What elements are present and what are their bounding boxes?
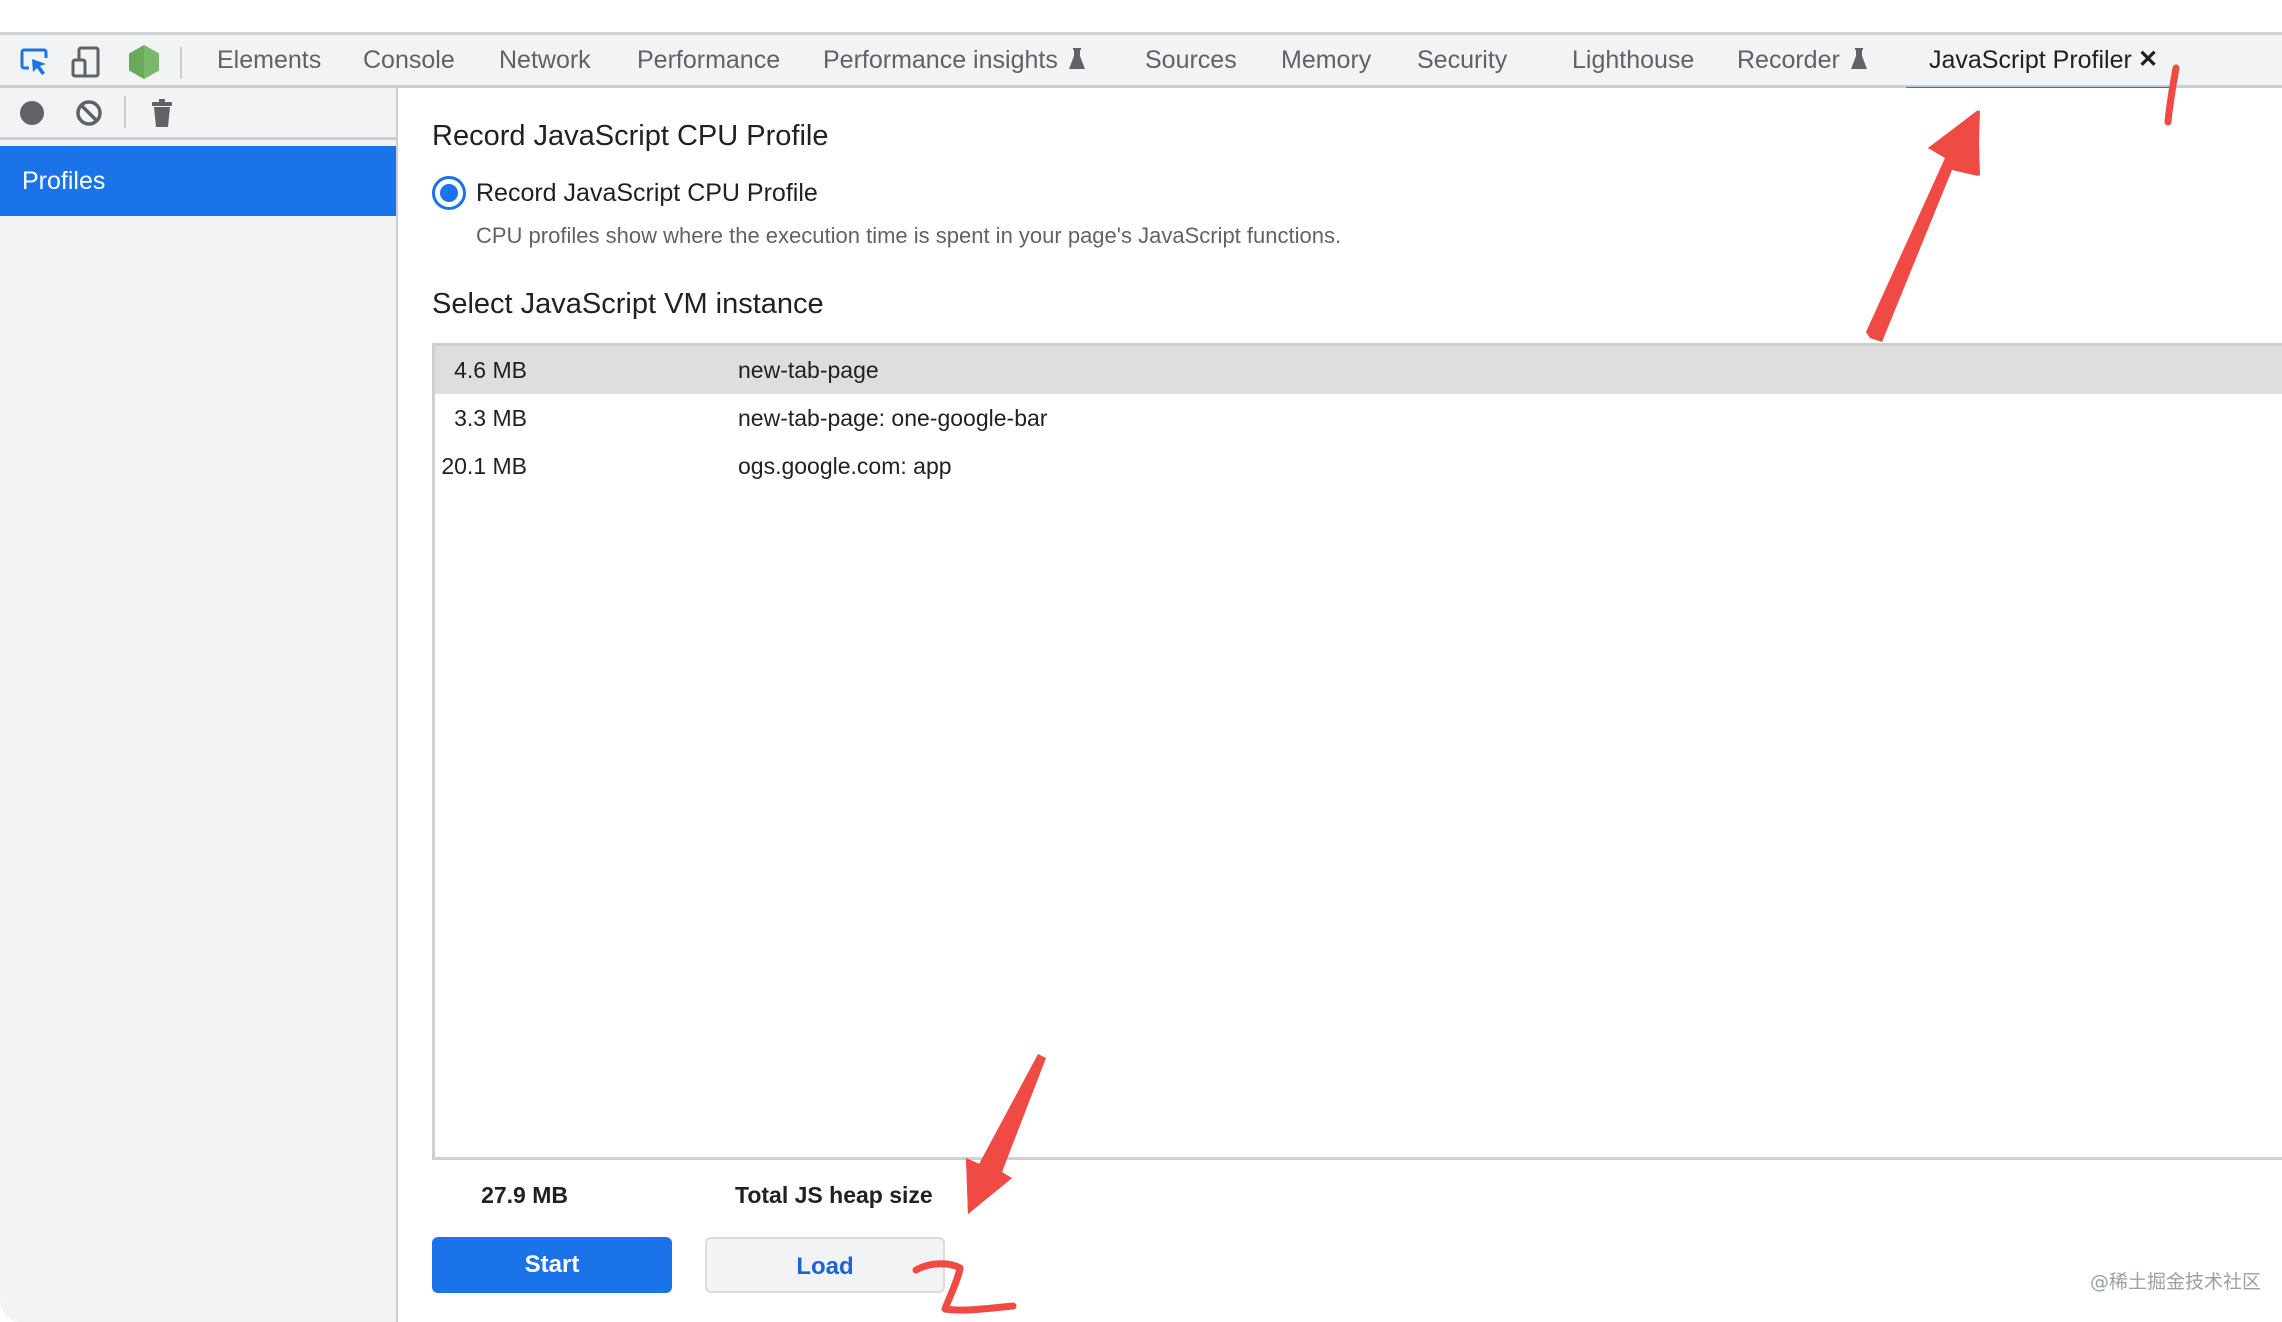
devtools-tabbar: Elements Console Network Performance Per… bbox=[0, 32, 2282, 90]
device-toolbar-icon[interactable] bbox=[70, 46, 102, 78]
tab-label: Memory bbox=[1281, 46, 1372, 74]
tab-performance[interactable]: Performance bbox=[637, 35, 780, 85]
section-title: Record JavaScript CPU Profile bbox=[432, 120, 829, 152]
window-top-strip bbox=[0, 0, 2282, 32]
tab-label: Console bbox=[363, 46, 455, 74]
inspect-element-icon[interactable] bbox=[18, 46, 50, 78]
experimental-flask-icon bbox=[1068, 37, 1086, 69]
vm-instance-row[interactable]: 4.6 MB new-tab-page bbox=[435, 346, 2282, 394]
start-button[interactable]: Start bbox=[432, 1237, 672, 1293]
tab-performance-insights[interactable]: Performance insights bbox=[823, 35, 1086, 85]
tab-label: Elements bbox=[217, 46, 322, 74]
tab-label: Performance insights bbox=[823, 46, 1058, 74]
load-button[interactable]: Load bbox=[705, 1237, 945, 1293]
node-js-icon[interactable] bbox=[127, 44, 161, 80]
profile-type-radio[interactable] bbox=[432, 176, 466, 210]
tab-recorder[interactable]: Recorder bbox=[1737, 35, 1868, 85]
tab-label: Network bbox=[499, 46, 591, 74]
vm-instance-row[interactable]: 3.3 MB new-tab-page: one-google-bar bbox=[435, 394, 2282, 442]
profiler-main-panel: Record JavaScript CPU Profile Record Jav… bbox=[400, 88, 2282, 1322]
vm-instance-name: ogs.google.com: app bbox=[738, 453, 952, 479]
vm-instance-name: new-tab-page bbox=[738, 357, 879, 383]
record-icon[interactable] bbox=[17, 98, 47, 128]
toolbar-divider bbox=[124, 96, 126, 128]
sidebar-toolbar bbox=[0, 88, 396, 140]
tab-label: Lighthouse bbox=[1572, 46, 1695, 74]
sidebar-item-label: Profiles bbox=[22, 167, 106, 195]
total-heap-size-label: Total JS heap size bbox=[735, 1182, 933, 1208]
vm-section-title: Select JavaScript VM instance bbox=[432, 288, 824, 320]
experimental-flask-icon bbox=[1850, 37, 1868, 69]
tab-sources[interactable]: Sources bbox=[1145, 35, 1237, 85]
profile-type-label[interactable]: Record JavaScript CPU Profile bbox=[476, 179, 818, 208]
tab-lighthouse[interactable]: Lighthouse bbox=[1572, 35, 1694, 85]
profile-type-description: CPU profiles show where the execution ti… bbox=[476, 223, 1342, 248]
sidebar-item-profiles[interactable]: Profiles bbox=[0, 146, 396, 216]
tab-javascript-profiler[interactable]: JavaScript Profiler bbox=[1929, 35, 2132, 85]
tab-label: Security bbox=[1417, 46, 1508, 74]
tab-security[interactable]: Security bbox=[1417, 35, 1507, 85]
tab-label: Performance bbox=[637, 46, 781, 74]
tab-network[interactable]: Network bbox=[499, 35, 591, 85]
vm-instance-list: 4.6 MB new-tab-page 3.3 MB new-tab-page:… bbox=[432, 343, 2282, 1160]
vm-heap-size: 3.3 MB bbox=[454, 405, 527, 431]
watermark: @稀土掘金技术社区 bbox=[2090, 1271, 2262, 1293]
total-heap-size-value: 27.9 MB bbox=[481, 1182, 568, 1208]
tab-console[interactable]: Console bbox=[363, 35, 455, 85]
tab-label: Recorder bbox=[1737, 46, 1840, 74]
profiles-sidebar: Profiles bbox=[0, 88, 398, 1322]
clear-icon[interactable] bbox=[74, 98, 104, 128]
vm-heap-size: 4.6 MB bbox=[454, 357, 527, 383]
vm-instance-name: new-tab-page: one-google-bar bbox=[738, 405, 1048, 431]
vm-instance-row[interactable]: 20.1 MB ogs.google.com: app bbox=[435, 442, 2282, 490]
tab-label: JavaScript Profiler bbox=[1929, 46, 2132, 74]
toolbar-divider bbox=[180, 47, 182, 79]
tab-memory[interactable]: Memory bbox=[1281, 35, 1371, 85]
tab-label: Sources bbox=[1145, 46, 1237, 74]
close-tab-icon[interactable]: ✕ bbox=[2138, 35, 2158, 85]
tab-elements[interactable]: Elements bbox=[217, 35, 321, 85]
delete-icon[interactable] bbox=[147, 98, 177, 128]
vm-heap-size: 20.1 MB bbox=[441, 453, 527, 479]
